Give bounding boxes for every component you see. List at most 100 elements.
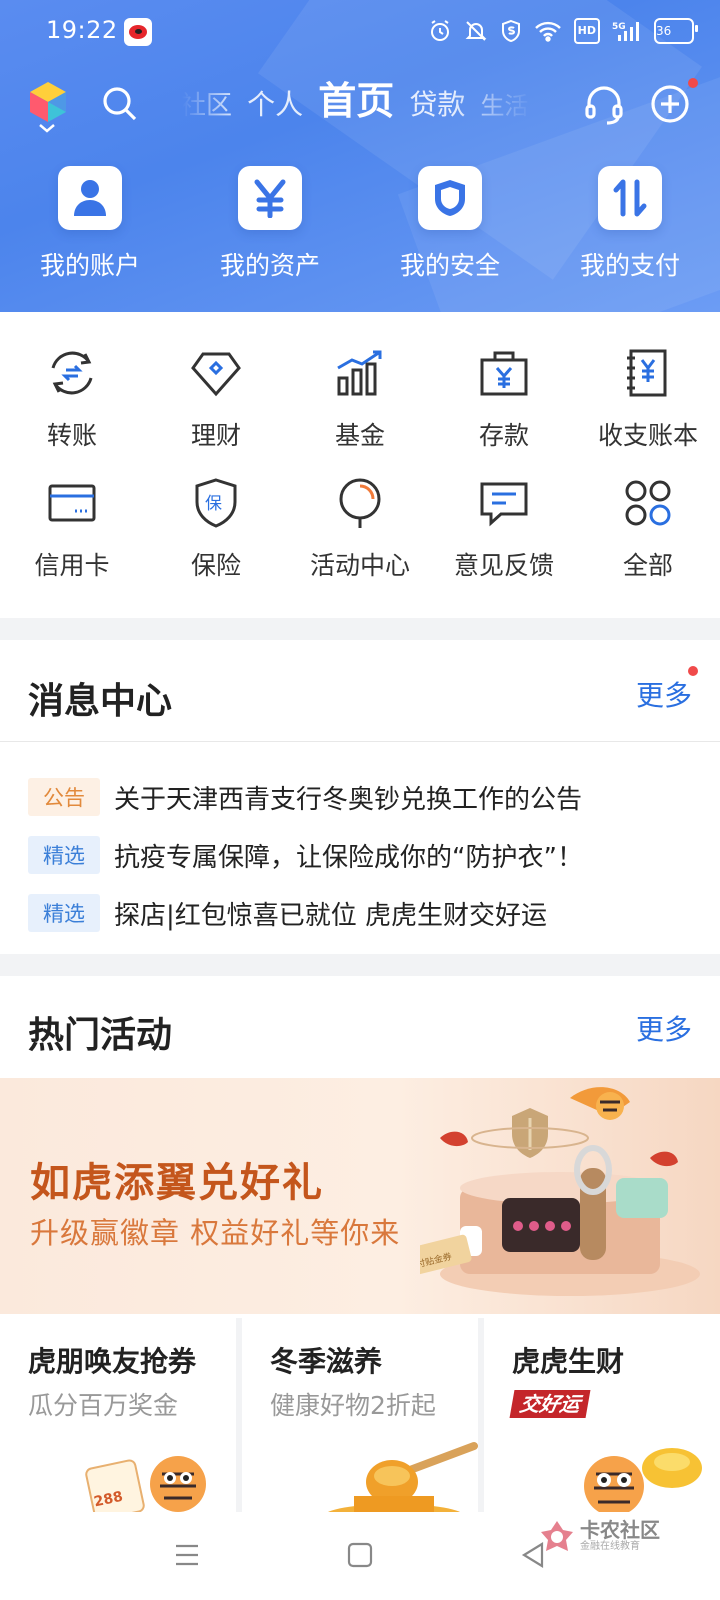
service-feedback[interactable]: 意见反馈 xyxy=(432,476,576,582)
bar-chart-icon xyxy=(337,350,382,396)
service-row: 信用卡 保 保险 活动中心 意见反馈 全部 xyxy=(0,476,720,582)
header: 19:22 HD 5G 36 社区 个人 首页 贷款 生活 我的账户 我的资产 … xyxy=(0,0,720,312)
service-wealth[interactable]: 理财 xyxy=(144,346,288,452)
service-activity-center[interactable]: 活动中心 xyxy=(288,476,432,582)
battery-icon: 36 xyxy=(654,18,698,44)
person-icon xyxy=(58,166,122,230)
honey-illustration xyxy=(324,1442,478,1516)
mute-bell-icon xyxy=(464,18,488,44)
message-center: 消息中心 更多 公告 关于天津西青支行冬奥钞兑换工作的公告 精选 抗疫专属保障，… xyxy=(0,640,720,954)
grid-icon xyxy=(625,480,671,526)
svg-text:保: 保 xyxy=(205,494,222,514)
insurance-shield-icon: 保 xyxy=(195,478,237,528)
nav-tabs: 社区 个人 首页 贷款 生活 xyxy=(182,70,532,134)
message-center-title: 消息中心 xyxy=(28,681,173,722)
message-text: 关于天津西青支行冬奥钞兑换工作的公告 xyxy=(114,784,583,815)
customer-service-headset-icon[interactable] xyxy=(582,82,626,126)
transfer-icon xyxy=(51,351,93,395)
banner-title: 如虎添翼兑好礼 xyxy=(30,1160,324,1206)
service-funds[interactable]: 基金 xyxy=(288,346,432,452)
tab-loans[interactable]: 贷款 xyxy=(409,83,465,123)
service-label: 存款 xyxy=(478,421,529,450)
promo-title: 冬季滋养 xyxy=(270,1345,383,1378)
service-label: 收支账本 xyxy=(597,421,698,450)
quick-my-security[interactable]: 我的安全 xyxy=(360,166,540,296)
search-icon[interactable] xyxy=(100,84,140,124)
top-nav: 社区 个人 首页 贷款 生活 xyxy=(0,70,720,140)
menu-icon[interactable] xyxy=(172,1540,202,1570)
tab-community[interactable]: 社区 xyxy=(182,85,232,122)
promo-title: 虎朋唤友抢券 xyxy=(28,1345,197,1378)
vpn-shield-icon xyxy=(500,18,522,44)
app-logo-cube-icon[interactable] xyxy=(26,80,70,124)
watermark-sub: 金融在线教育 xyxy=(580,1541,640,1552)
status-icons: HD 5G 36 xyxy=(428,18,698,44)
chevron-down-icon[interactable] xyxy=(38,122,56,134)
transfer-arrows-icon xyxy=(598,166,662,230)
service-all[interactable]: 全部 xyxy=(576,476,720,582)
promo-friends-coupon[interactable]: 虎朋唤友抢券 瓜分百万奖金 288 xyxy=(0,1318,236,1516)
service-credit-card[interactable]: 信用卡 xyxy=(0,476,144,582)
promo-winter-nourish[interactable]: 冬季滋养 健康好物2折起 xyxy=(242,1318,478,1516)
watermark: 卡农社区 金融在线教育 xyxy=(540,1508,710,1564)
quick-label: 我的支付 xyxy=(579,251,680,280)
promo-banner[interactable]: 如虎添翼兑好礼 升级赢徽章 权益好礼等你来 支付贴金券 xyxy=(0,1078,720,1314)
service-label: 基金 xyxy=(334,421,385,450)
quick-my-account[interactable]: 我的账户 xyxy=(0,166,180,296)
message-item[interactable]: 公告 关于天津西青支行冬奥钞兑换工作的公告 xyxy=(28,768,698,826)
hot-activities: 热门活动 更多 如虎添翼兑好礼 升级赢徽章 权益好礼等你来 支付贴金券 虎朋唤友… xyxy=(0,976,720,1516)
quick-my-assets[interactable]: 我的资产 xyxy=(180,166,360,296)
home-square-icon[interactable] xyxy=(345,1540,375,1570)
shield-icon xyxy=(418,166,482,230)
signal-icon: 5G xyxy=(612,18,642,44)
promo-tiger-fortune[interactable]: 虎虎生财 交好运 xyxy=(484,1318,720,1516)
diamond-icon xyxy=(191,352,241,397)
status-bar: 19:22 HD 5G 36 xyxy=(0,0,720,64)
quick-my-payments[interactable]: 我的支付 xyxy=(540,166,720,296)
message-item[interactable]: 精选 抗疫专属保障，让保险成你的“防护衣”！ xyxy=(28,826,698,884)
watermark-logo-icon xyxy=(541,1521,573,1551)
hd-badge: HD xyxy=(573,18,600,44)
message-text: 抗疫专属保障，让保险成你的“防护衣”！ xyxy=(114,842,583,873)
weibo-notification-icon xyxy=(124,18,152,46)
tab-home[interactable]: 首页 xyxy=(318,70,394,125)
gift-products-illustration: 支付贴金券 xyxy=(420,1087,700,1296)
message-more-link[interactable]: 更多 xyxy=(636,674,692,714)
watermark-text: 卡农社区 金融在线教育 xyxy=(580,1519,660,1553)
deposit-box-icon xyxy=(480,351,528,396)
featured-tag: 精选 xyxy=(28,894,100,932)
alarm-icon xyxy=(428,18,452,44)
balloon-icon xyxy=(339,478,381,528)
feedback-icon xyxy=(480,482,528,527)
service-insurance[interactable]: 保 保险 xyxy=(144,476,288,582)
credit-card-icon xyxy=(48,484,96,522)
tiger-coupon-illustration: 288 xyxy=(85,1456,206,1516)
service-label: 信用卡 xyxy=(34,551,110,580)
service-ledger[interactable]: 收支账本 xyxy=(576,346,720,452)
tiger-gold-illustration xyxy=(584,1448,702,1516)
quick-actions: 我的账户 我的资产 我的安全 我的支付 xyxy=(0,166,720,296)
service-label: 全部 xyxy=(622,551,673,580)
quick-label: 我的账户 xyxy=(39,251,140,280)
quick-label: 我的资产 xyxy=(219,251,320,280)
featured-tag: 精选 xyxy=(28,836,100,874)
svg-text:5G: 5G xyxy=(612,22,626,32)
service-label: 转账 xyxy=(46,421,97,450)
good-luck-badge: 交好运 xyxy=(509,1390,591,1418)
service-deposits[interactable]: 存款 xyxy=(432,346,576,452)
promo-subtitle: 瓜分百万奖金 xyxy=(28,1391,179,1420)
tab-life[interactable]: 生活 xyxy=(480,86,528,121)
hot-more-link[interactable]: 更多 xyxy=(636,1008,692,1048)
tab-personal[interactable]: 个人 xyxy=(247,83,303,123)
hot-activities-title: 热门活动 xyxy=(28,1015,173,1056)
message-text: 探店|红包惊喜已就位 虎虎生财交好运 xyxy=(114,900,548,931)
service-row: 转账 理财 基金 存款 收支账本 xyxy=(0,346,720,452)
service-label: 保险 xyxy=(190,551,241,580)
yen-icon xyxy=(238,166,302,230)
service-transfer[interactable]: 转账 xyxy=(0,346,144,452)
notice-tag: 公告 xyxy=(28,778,100,816)
message-item[interactable]: 精选 探店|红包惊喜已就位 虎虎生财交好运 xyxy=(28,884,698,942)
quick-label: 我的安全 xyxy=(399,251,500,280)
add-plus-icon[interactable] xyxy=(648,82,692,126)
watermark-main: 卡农社区 xyxy=(580,1518,660,1542)
